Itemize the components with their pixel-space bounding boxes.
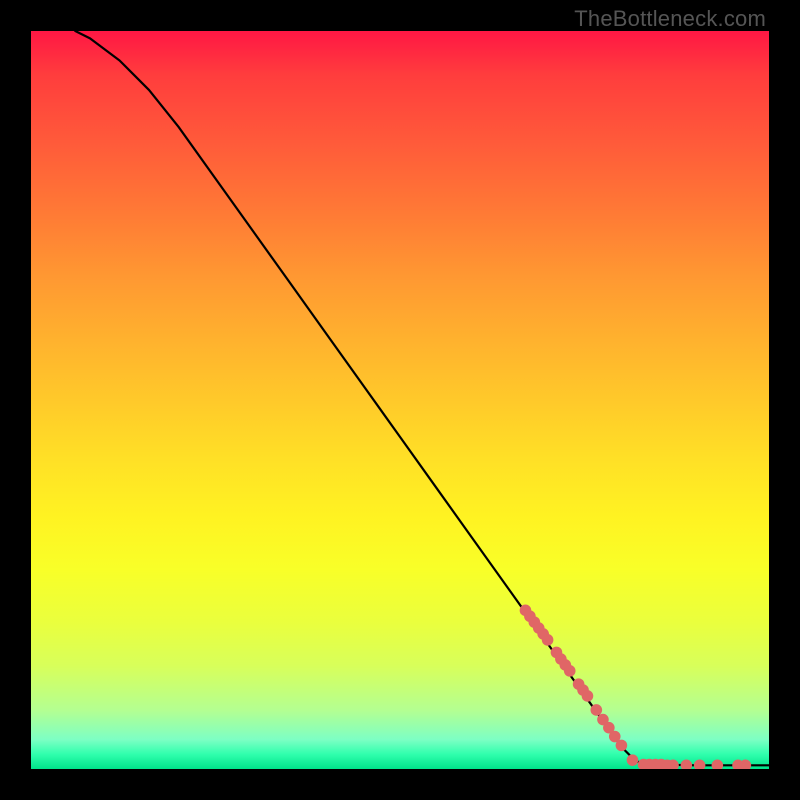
data-point <box>542 634 554 646</box>
data-point <box>655 759 667 769</box>
data-point <box>616 740 628 752</box>
data-point <box>533 622 545 634</box>
data-point <box>551 647 563 659</box>
data-point <box>524 610 536 622</box>
curve-path <box>75 31 769 765</box>
data-point <box>564 665 576 677</box>
data-point <box>555 653 567 665</box>
chart-svg <box>31 31 769 769</box>
data-point <box>560 659 572 671</box>
data-point <box>573 678 585 690</box>
data-point <box>529 616 541 628</box>
data-point <box>638 759 650 769</box>
data-point <box>650 759 662 769</box>
data-point <box>609 731 621 743</box>
data-point <box>582 690 594 702</box>
dots-group <box>520 605 752 769</box>
data-point <box>740 760 752 769</box>
watermark-text: TheBottleneck.com <box>574 6 766 32</box>
data-point <box>644 759 656 769</box>
data-point <box>591 704 603 716</box>
data-point <box>597 714 609 726</box>
data-point <box>603 722 615 734</box>
data-point <box>681 760 693 769</box>
data-point <box>537 628 549 640</box>
data-point <box>667 760 679 769</box>
data-point <box>577 684 589 696</box>
data-point <box>712 760 724 769</box>
data-point <box>661 760 673 769</box>
data-point <box>732 760 744 769</box>
data-point <box>520 605 532 617</box>
chart-stage: TheBottleneck.com <box>0 0 800 800</box>
data-point <box>627 754 639 766</box>
data-point <box>694 760 706 769</box>
plot-area <box>31 31 769 769</box>
